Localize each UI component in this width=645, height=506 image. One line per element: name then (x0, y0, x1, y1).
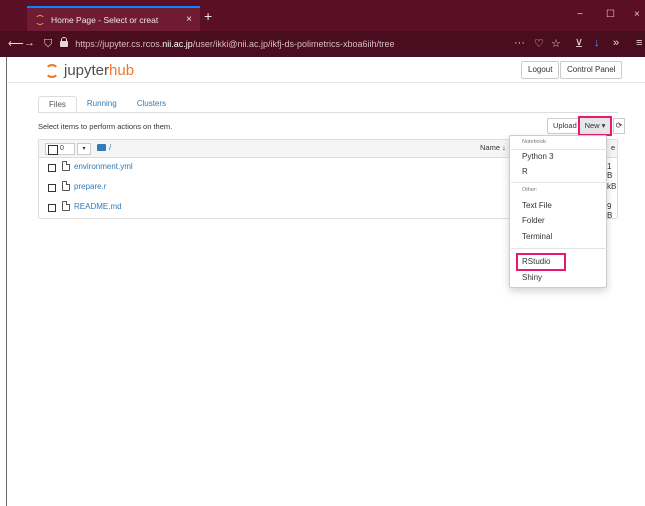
menu-divider (511, 182, 607, 183)
menu-item-rstudio[interactable]: RStudio (522, 257, 550, 266)
tab-clusters[interactable]: Clusters (127, 96, 176, 113)
folder-icon[interactable] (97, 144, 106, 151)
other-section-header: Other: (522, 187, 538, 193)
menu-divider (511, 248, 607, 249)
tab-title: Home Page - Select or creat (51, 14, 159, 25)
tab-files[interactable]: Files (38, 96, 77, 113)
file-name-link[interactable]: README.md (74, 202, 122, 211)
chevron-down-icon[interactable]: ▾ (77, 143, 91, 155)
pocket-icon[interactable]: ♡ (534, 37, 544, 50)
tab-bar: Files Running Clusters (38, 96, 176, 113)
close-window-icon[interactable]: × (634, 9, 640, 20)
new-dropdown-button[interactable]: New ▾ (578, 116, 612, 136)
browser-tab[interactable]: Home Page - Select or creat × (27, 6, 200, 31)
bookmark-star-icon[interactable]: ☆ (551, 37, 561, 50)
menu-item-r[interactable]: R (522, 167, 528, 176)
forward-icon[interactable]: → (24, 37, 35, 49)
menu-divider (511, 149, 607, 150)
more-actions-icon[interactable]: ··· (514, 37, 525, 49)
new-dropdown-menu: Notebook: Python 3 R Other: Text File Fo… (509, 135, 607, 288)
sort-by-name-button[interactable]: Name ↓ (480, 143, 506, 152)
file-size: kB (607, 182, 617, 191)
menu-item-terminal[interactable]: Terminal (522, 232, 552, 241)
file-icon (62, 181, 70, 191)
url-path: /user/ikki@nii.ac.jp/ikfj-ds-polimetrics… (192, 39, 395, 49)
url-domain: nii.ac.jp (162, 39, 193, 49)
file-icon (62, 161, 70, 171)
window-edge (6, 57, 7, 506)
selection-hint: Select items to perform actions on them. (38, 122, 173, 131)
menu-item-folder[interactable]: Folder (522, 216, 545, 225)
breadcrumb-root[interactable]: / (109, 143, 111, 152)
jupyter-logo-icon (45, 63, 59, 78)
row-checkbox[interactable] (48, 184, 56, 192)
overflow-menu-icon[interactable]: » (613, 37, 619, 49)
logo-text-hub: hub (109, 62, 135, 79)
jupyterhub-header: jupyter hub Logout Control Panel (7, 57, 645, 83)
minimize-icon[interactable]: − (577, 9, 583, 20)
menu-item-shiny[interactable]: Shiny (522, 273, 542, 282)
row-checkbox[interactable] (48, 164, 56, 172)
refresh-icon[interactable]: ⟳ (613, 118, 625, 134)
menu-item-text-file[interactable]: Text File (522, 201, 552, 210)
back-icon[interactable]: ⟵ (8, 37, 24, 50)
browser-nav-bar: ⟵ → ⛉ https://jupyter.cs.rcos. nii.ac.jp… (0, 31, 645, 57)
tab-divider (38, 112, 618, 113)
notebook-section-header: Notebook: (522, 139, 548, 145)
control-panel-button[interactable]: Control Panel (560, 61, 623, 79)
row-checkbox[interactable] (48, 204, 56, 212)
download-icon[interactable]: ↓ (594, 37, 600, 49)
file-name-link[interactable]: environment.yml (74, 162, 133, 171)
lock-icon (60, 37, 69, 48)
url-bar[interactable]: ⛉ https://jupyter.cs.rcos. nii.ac.jp /us… (44, 35, 434, 53)
shield-icon: ⛉ (44, 37, 53, 50)
file-icon (62, 201, 70, 211)
new-tab-icon[interactable]: + (204, 8, 212, 24)
jupyter-favicon-icon (35, 14, 45, 25)
size-column-header[interactable]: e (611, 143, 615, 152)
browser-tab-bar: Home Page - Select or creat × + − ☐ × (0, 0, 645, 31)
tab-running[interactable]: Running (77, 96, 127, 113)
url-prefix: https://jupyter.cs.rcos. (75, 39, 163, 49)
jupyterhub-logo[interactable]: jupyter hub (45, 62, 134, 79)
library-icon[interactable]: ⊻ (575, 37, 583, 50)
hamburger-menu-icon[interactable]: ≡ (636, 37, 642, 49)
file-name-link[interactable]: prepare.r (74, 182, 106, 191)
file-size: 9 B (607, 202, 613, 220)
menu-item-python3[interactable]: Python 3 (522, 152, 554, 161)
tab-close-icon[interactable]: × (182, 14, 196, 25)
maximize-icon[interactable]: ☐ (606, 9, 615, 20)
select-all-checkbox[interactable]: 0 (45, 143, 75, 155)
logout-button[interactable]: Logout (521, 61, 560, 79)
logo-text-jupyter: jupyter (64, 62, 110, 79)
